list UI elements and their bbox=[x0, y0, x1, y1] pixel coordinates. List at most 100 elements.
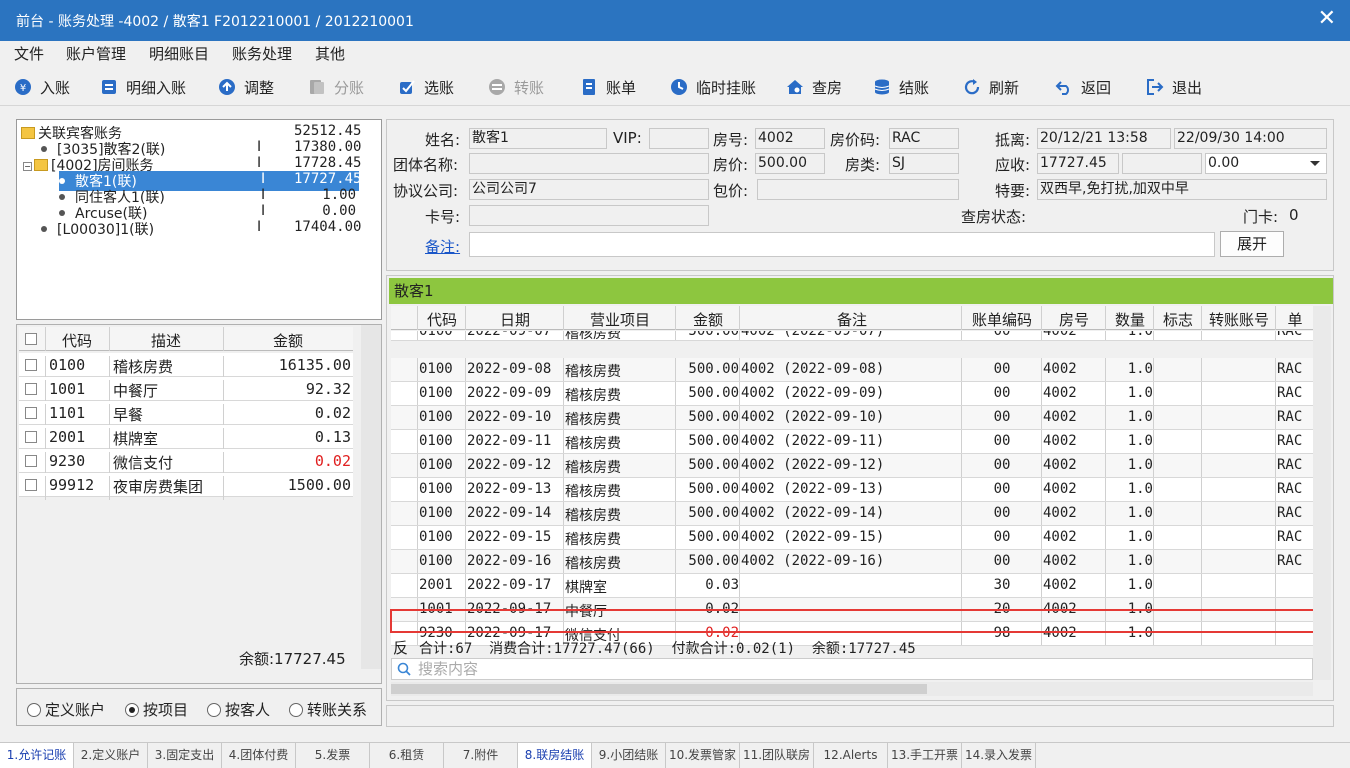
room-type-field[interactable]: SJ bbox=[889, 153, 959, 174]
receivable-field[interactable]: 17727.45 bbox=[1037, 153, 1119, 174]
scroll-thumb[interactable] bbox=[391, 684, 927, 694]
row-checkbox[interactable] bbox=[25, 359, 37, 371]
menu-file[interactable]: 文件 bbox=[14, 43, 44, 64]
collapse-icon[interactable]: − bbox=[23, 162, 32, 171]
tab-14[interactable]: 14.录入发票 bbox=[962, 743, 1036, 768]
row-checkbox[interactable] bbox=[25, 431, 37, 443]
bill-row[interactable]: 0100 2022-09-10 稽核房费 500.00 4002 (2022-09-10… bbox=[391, 406, 1313, 430]
tab-9[interactable]: 9.小团结账 bbox=[592, 743, 666, 768]
menu-account[interactable]: 账户管理 bbox=[66, 43, 126, 64]
tab-11[interactable]: 11.团队联房 bbox=[740, 743, 814, 768]
tab-5[interactable]: 5.发票 bbox=[296, 743, 370, 768]
close-icon[interactable]: ✕ bbox=[1318, 6, 1336, 31]
radio-transfer-relation[interactable]: 转账关系 bbox=[289, 699, 367, 720]
col-date[interactable]: 日期 bbox=[467, 309, 563, 330]
tab-6[interactable]: 6.租赁 bbox=[370, 743, 444, 768]
bill-button[interactable]: 账单 bbox=[580, 76, 636, 98]
amount-select[interactable]: 0.00 bbox=[1205, 153, 1327, 174]
split-button[interactable]: 分账 bbox=[308, 76, 364, 98]
tab-7[interactable]: 7.附件 bbox=[444, 743, 518, 768]
transfer-button[interactable]: 转账 bbox=[488, 76, 544, 98]
menu-other[interactable]: 其他 bbox=[315, 43, 345, 64]
tab-2[interactable]: 2.定义账户 bbox=[74, 743, 148, 768]
bill-row[interactable]: 0100 2022-09-09 稽核房费 500.00 4002 (2022-09-09… bbox=[391, 382, 1313, 406]
price-field[interactable]: 500.00 bbox=[755, 153, 825, 174]
depart-field[interactable]: 22/09/30 14:00 bbox=[1174, 128, 1327, 149]
menu-accounting[interactable]: 账务处理 bbox=[232, 43, 292, 64]
col-qty[interactable]: 数量 bbox=[1107, 309, 1153, 330]
refresh-button[interactable]: 刷新 bbox=[963, 76, 1019, 98]
tab-10[interactable]: 10.发票管家 bbox=[666, 743, 740, 768]
row-checkbox[interactable] bbox=[25, 479, 37, 491]
tab-8[interactable]: 8.联房结账 bbox=[518, 743, 592, 768]
rate-code-field[interactable]: RAC bbox=[889, 128, 959, 149]
bill-row[interactable]: 1001 2022-09-17 中餐厅 0.02 20 4002 1.0 bbox=[391, 598, 1313, 622]
col-code[interactable]: 代码 bbox=[419, 309, 465, 330]
special-field[interactable]: 双西早,免打扰,加双中早 bbox=[1037, 179, 1327, 200]
adjust-button[interactable]: 调整 bbox=[218, 76, 274, 98]
select-bill-button[interactable]: 选账 bbox=[398, 76, 454, 98]
package-field[interactable] bbox=[757, 179, 959, 200]
temp-charge-button[interactable]: 临时挂账 bbox=[670, 76, 756, 98]
arrive-field[interactable]: 20/12/21 13:58 bbox=[1037, 128, 1171, 149]
radio-by-guest[interactable]: 按客人 bbox=[207, 699, 270, 720]
radio-by-item[interactable]: 按项目 bbox=[125, 699, 188, 720]
group-field[interactable] bbox=[469, 153, 709, 174]
grid-vertical-scrollbar[interactable] bbox=[1313, 306, 1331, 680]
item-row[interactable]: 1001 中餐厅 92.32 bbox=[19, 377, 353, 404]
col-item[interactable]: 营业项目 bbox=[565, 309, 675, 330]
col-flag[interactable]: 标志 bbox=[1155, 309, 1201, 330]
bill-row[interactable]: 0100 2022-09-07 稽核房费 500.00 4002 (2022-09-07… bbox=[391, 331, 1313, 341]
remark-link[interactable]: 备注: bbox=[425, 236, 460, 257]
bill-row[interactable]: 0100 2022-09-16 稽核房费 500.00 4002 (2022-09-16… bbox=[391, 550, 1313, 574]
back-button[interactable]: 返回 bbox=[1055, 76, 1111, 98]
post-button[interactable]: ¥ 入账 bbox=[14, 76, 70, 98]
card-field[interactable] bbox=[469, 205, 709, 226]
grid-horizontal-scrollbar[interactable] bbox=[391, 682, 1313, 696]
menu-details[interactable]: 明细账目 bbox=[149, 43, 209, 64]
col-amount[interactable]: 金额 bbox=[677, 309, 739, 330]
vip-field[interactable] bbox=[649, 128, 709, 149]
tab-1[interactable]: 1.允许记账 bbox=[0, 743, 74, 768]
checkout-button[interactable]: 结账 bbox=[873, 76, 929, 98]
tab-12[interactable]: 12.Alerts bbox=[814, 743, 888, 768]
remark-input[interactable] bbox=[469, 232, 1215, 257]
col-extra[interactable]: 单 bbox=[1277, 309, 1313, 330]
bill-row[interactable]: 0100 2022-09-11 稽核房费 500.00 4002 (2022-09-11… bbox=[391, 430, 1313, 454]
col-room[interactable]: 房号 bbox=[1043, 309, 1105, 330]
bill-row[interactable]: 0100 2022-09-08 稽核房费 500.00 4002 (2022-09-08… bbox=[391, 358, 1313, 382]
col-transfer-acct[interactable]: 转账账号 bbox=[1203, 309, 1275, 330]
item-row[interactable]: 0100 稽核房费 16135.00 bbox=[19, 353, 353, 380]
radio-define-account[interactable]: 定义账户 bbox=[27, 699, 105, 720]
expand-button[interactable]: 展开 bbox=[1220, 231, 1284, 257]
tab-13[interactable]: 13.手工开票 bbox=[888, 743, 962, 768]
item-row[interactable]: 9230 微信支付 0.02 bbox=[19, 449, 353, 476]
col-remark[interactable]: 备注 bbox=[741, 309, 963, 330]
exit-button[interactable]: 退出 bbox=[1146, 76, 1202, 98]
detail-post-button[interactable]: 明细入账 bbox=[100, 76, 186, 98]
bill-row[interactable]: 0100 2022-09-15 稽核房费 500.00 4002 (2022-09-15… bbox=[391, 526, 1313, 550]
vertical-scrollbar[interactable] bbox=[361, 325, 381, 669]
bill-row[interactable]: 0100 2022-09-12 稽核房费 500.00 4002 (2022-09-12… bbox=[391, 454, 1313, 478]
search-input[interactable]: 搜索内容 bbox=[391, 658, 1313, 680]
check-room-button[interactable]: 查房 bbox=[786, 76, 842, 98]
row-checkbox[interactable] bbox=[25, 407, 37, 419]
tab-3[interactable]: 3.固定支出 bbox=[148, 743, 222, 768]
tree-node[interactable]: [L00030]1(联) bbox=[41, 219, 154, 239]
item-row[interactable]: 1101 早餐 0.02 bbox=[19, 401, 353, 428]
row-checkbox[interactable] bbox=[25, 383, 37, 395]
select-all-checkbox[interactable] bbox=[25, 333, 37, 345]
col-bill-code[interactable]: 账单编码 bbox=[963, 309, 1041, 330]
item-row[interactable]: 2001 棋牌室 0.13 bbox=[19, 425, 353, 452]
reverse-button[interactable]: 反 bbox=[393, 637, 408, 658]
row-checkbox[interactable] bbox=[25, 455, 37, 467]
room-field[interactable]: 4002 bbox=[755, 128, 825, 149]
bill-row[interactable]: 2001 2022-09-17 棋牌室 0.03 30 4002 1.0 bbox=[391, 574, 1313, 598]
bill-row[interactable]: 0100 2022-09-14 稽核房费 500.00 4002 (2022-09-14… bbox=[391, 502, 1313, 526]
name-field[interactable]: 散客1 bbox=[469, 128, 607, 149]
bill-row[interactable]: 0100 2022-09-13 稽核房费 500.00 4002 (2022-09-13… bbox=[391, 478, 1313, 502]
receivable-extra-field[interactable] bbox=[1122, 153, 1202, 174]
company-field[interactable]: 公司公司7 bbox=[469, 179, 709, 200]
item-row[interactable]: 99912 夜审房费集团 1500.00 bbox=[19, 473, 353, 500]
tab-4[interactable]: 4.团体付费 bbox=[222, 743, 296, 768]
